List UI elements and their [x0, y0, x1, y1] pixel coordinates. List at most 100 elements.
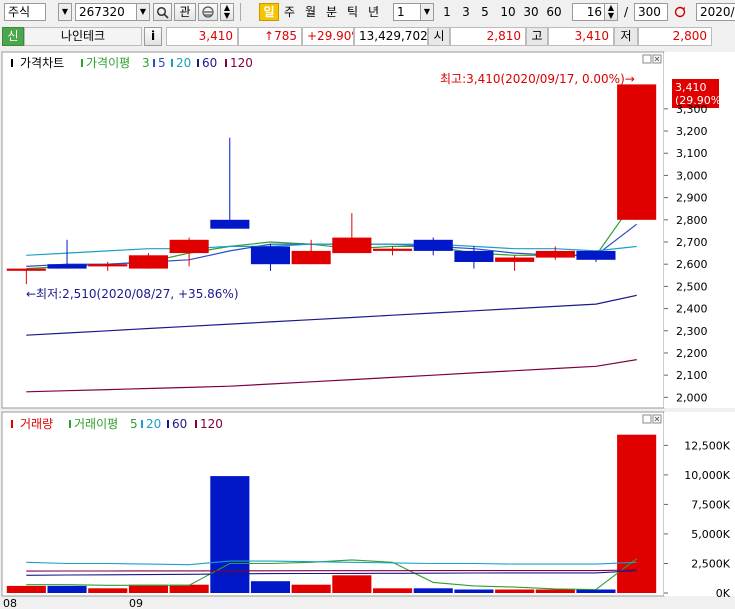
volume-bar — [47, 585, 87, 593]
price-tick-label: 2,300 — [676, 325, 708, 338]
legend-ma5: 5 — [158, 56, 166, 70]
period-week-button[interactable]: 주 — [280, 3, 299, 21]
low-price: 2,800 — [638, 27, 712, 46]
unit-select[interactable]: 1 — [393, 3, 423, 21]
unit-1-button[interactable]: 1 — [438, 3, 456, 21]
candle-body — [6, 268, 46, 271]
volume-bar — [128, 584, 168, 593]
total-count-input[interactable]: 300 — [634, 3, 668, 21]
price-tick-label: 2,600 — [676, 258, 708, 271]
volume-bar — [88, 588, 128, 593]
volume-bar — [373, 588, 413, 593]
legend-vma120: 120 — [200, 417, 223, 431]
stock-chart: 가격차트 가격이평 3 5 20 60 120 거래량 거래이평 5 20 60… — [1, 51, 735, 609]
candle-body — [373, 248, 413, 251]
candle-body — [332, 237, 372, 254]
legend-volume: 거래량 — [20, 417, 53, 431]
candle-body — [535, 250, 575, 258]
volume-tick-label: 2,500K — [691, 557, 730, 570]
gwan-button[interactable]: 관 — [174, 3, 196, 21]
volume-tick-label: 5,000K — [691, 528, 730, 541]
unit-3-button[interactable]: 3 — [457, 3, 475, 21]
price-tick-label: 2,800 — [676, 214, 708, 227]
price-tick-label: 2,400 — [676, 303, 708, 316]
volume-bar — [413, 588, 453, 593]
legend-ma120: 120 — [230, 56, 253, 70]
volume-tick-label: 10,000K — [684, 469, 730, 482]
min-price-annotation: ←최저:2,510(2020/08/27, +35.86%) — [26, 287, 239, 301]
max-price-annotation: 최고:3,410(2020/09/17, 0.00%)→ — [440, 72, 635, 86]
reset-icon — [674, 6, 686, 18]
candle-body — [617, 84, 657, 220]
volume-tick-label: 7,500K — [691, 498, 730, 511]
link-icon — [202, 6, 214, 18]
candle-body — [495, 257, 535, 262]
unit-30-button[interactable]: 30 — [520, 3, 542, 21]
candle-body — [576, 250, 616, 260]
candle-body — [169, 239, 209, 254]
separator — [240, 3, 241, 21]
candle-body — [291, 250, 331, 265]
period-month-button[interactable]: 월 — [301, 3, 320, 21]
link-button[interactable] — [198, 3, 218, 21]
legend-price-ma: 가격이평 — [86, 56, 130, 70]
price-tick-label: 2,500 — [676, 280, 708, 293]
period-day-button[interactable]: 일 — [259, 3, 279, 21]
volume-bar — [210, 476, 250, 593]
trade-volume: 13,429,702 — [354, 27, 428, 46]
search-button[interactable] — [153, 3, 172, 21]
volume-bar — [495, 589, 535, 593]
info-button[interactable]: i — [144, 27, 162, 46]
candle-body — [47, 264, 87, 269]
price-tick-label: 2,100 — [676, 369, 708, 382]
volume-tick-label: 0K — [716, 587, 731, 600]
volume-bar — [454, 589, 494, 593]
candle-body — [210, 219, 250, 229]
count-slash: / — [623, 5, 629, 19]
volume-bar — [332, 575, 372, 593]
candle-body — [454, 250, 494, 262]
price-tick-label: 3,200 — [676, 125, 708, 138]
volume-panel — [1, 411, 665, 597]
display-count-input[interactable]: 16 — [572, 3, 606, 21]
price-tick-label: 2,900 — [676, 192, 708, 205]
legend-ma3: 3 — [142, 56, 150, 70]
unit-5-button[interactable]: 5 — [476, 3, 494, 21]
volume-bar — [535, 589, 575, 593]
legend-price-chart: 가격차트 — [20, 56, 64, 70]
legend-ma20: 20 — [176, 56, 191, 70]
market-select[interactable]: 주식 — [4, 3, 46, 21]
unit-60-button[interactable]: 60 — [543, 3, 565, 21]
date-input[interactable]: 2020/0 — [696, 3, 735, 21]
period-year-button[interactable]: 년 — [364, 3, 383, 21]
low-label: 저 — [614, 27, 638, 46]
x-axis-label: 09 — [129, 597, 143, 609]
x-axis-label: 08 — [3, 597, 17, 609]
open-price: 2,810 — [450, 27, 526, 46]
period-minute-button[interactable]: 분 — [322, 3, 341, 21]
price-tick-label: 2,000 — [676, 391, 708, 404]
market-dropdown-icon[interactable]: ▼ — [58, 3, 72, 21]
quote-bar: 신 나인테크 i 3,410 ↑785 +29.90% 13,429,702 시… — [0, 26, 735, 48]
current-price: 3,410 — [166, 27, 238, 46]
volume-tick-label: 12,500K — [684, 439, 730, 452]
high-price: 3,410 — [548, 27, 614, 46]
period-tick-button[interactable]: 틱 — [343, 3, 362, 21]
code-dropdown-icon[interactable]: ▼ — [136, 3, 150, 21]
candle-body — [88, 264, 128, 267]
unit-dropdown-icon[interactable]: ▼ — [420, 3, 434, 21]
reset-button[interactable] — [670, 3, 690, 21]
price-tick-label: 3,100 — [676, 147, 708, 160]
price-tick-label: 2,200 — [676, 347, 708, 360]
chart-toolbar: 주식 ▼ 267320 ▼ 관 ▲ ▼ 일 주 월 분 틱 년 1 ▼ 1 3 5… — [0, 0, 735, 25]
count-spinner[interactable]: ▲ ▼ — [604, 3, 618, 21]
price-tick-label: 3,300 — [676, 103, 708, 116]
price-tick-label: 2,700 — [676, 236, 708, 249]
price-change: ↑785 — [238, 27, 302, 46]
search-icon — [156, 6, 169, 19]
unit-10-button[interactable]: 10 — [497, 3, 519, 21]
spin-button[interactable]: ▲ ▼ — [220, 3, 234, 21]
volume-bar — [6, 585, 46, 593]
legend-vma60: 60 — [172, 417, 187, 431]
legend-ma60: 60 — [202, 56, 217, 70]
